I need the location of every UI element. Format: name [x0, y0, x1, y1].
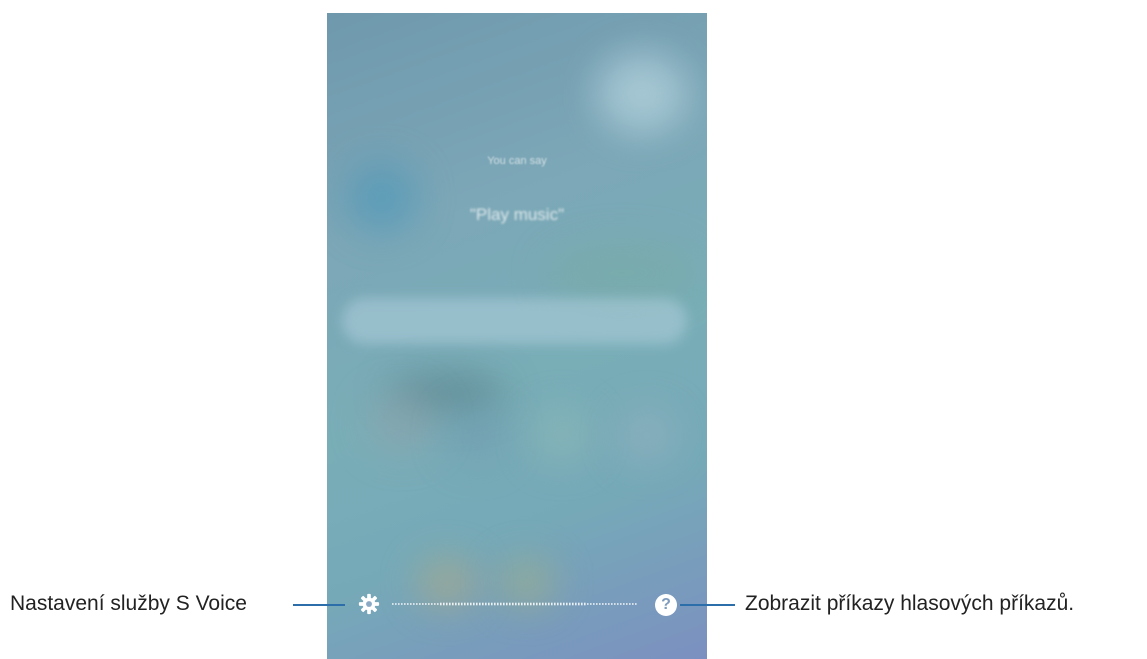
- waveform-dot: [422, 603, 424, 605]
- waveform-dot: [461, 602, 463, 606]
- background-blur: [532, 408, 592, 463]
- gear-icon[interactable]: [358, 593, 380, 615]
- waveform-dot: [587, 603, 589, 605]
- blurred-search-bar: [342, 298, 687, 344]
- waveform-dot: [617, 603, 619, 605]
- waveform-dot: [413, 603, 415, 605]
- waveform-dot: [509, 602, 511, 606]
- hint-example: "Play music": [469, 205, 565, 224]
- waveform-dot: [527, 602, 529, 606]
- waveform-dot: [470, 602, 472, 606]
- waveform-dot: [434, 603, 436, 605]
- waveform-dot: [566, 602, 568, 606]
- background-blur: [617, 408, 677, 463]
- settings-callout-label: Nastavení služby S Voice: [10, 592, 247, 615]
- waveform-dot: [500, 602, 502, 606]
- waveform-dot: [608, 603, 610, 605]
- hint-caption: You can say: [487, 155, 547, 167]
- waveform-dot: [563, 602, 565, 606]
- waveform-dot: [425, 603, 427, 605]
- waveform-dot: [494, 602, 496, 606]
- waveform-dot: [578, 602, 580, 606]
- waveform-dot: [560, 602, 562, 606]
- waveform-dot: [443, 602, 445, 606]
- waveform-dot: [536, 602, 538, 606]
- waveform-dot: [488, 602, 490, 606]
- waveform-dot: [596, 603, 598, 605]
- callout-line-settings: [293, 604, 345, 606]
- waveform-dot: [575, 602, 577, 606]
- waveform-dot: [623, 603, 625, 605]
- waveform-dot: [485, 602, 487, 606]
- waveform-dot: [419, 603, 421, 605]
- waveform-dot: [437, 603, 439, 605]
- waveform-dot: [599, 603, 601, 605]
- waveform-dot: [482, 602, 484, 606]
- waveform-dot: [455, 602, 457, 606]
- waveform-dot: [539, 602, 541, 606]
- waveform-dot: [530, 602, 532, 606]
- waveform-dot: [551, 602, 553, 606]
- waveform-dot: [581, 602, 583, 606]
- waveform-dot: [611, 603, 613, 605]
- waveform-dot: [404, 603, 406, 605]
- waveform-dot: [533, 602, 535, 606]
- waveform-dot: [590, 603, 592, 605]
- waveform-dot: [395, 603, 397, 605]
- waveform-dot: [542, 602, 544, 606]
- waveform-dot: [557, 602, 559, 606]
- waveform-dot: [524, 602, 526, 606]
- waveform-dot: [428, 603, 430, 605]
- waveform-dot: [503, 602, 505, 606]
- waveform-dot: [497, 602, 499, 606]
- waveform-dot: [635, 603, 637, 605]
- waveform-dot: [398, 603, 400, 605]
- waveform-dot: [572, 602, 574, 606]
- waveform-dot: [491, 602, 493, 606]
- waveform-dot: [479, 602, 481, 606]
- background-blur: [447, 408, 507, 463]
- waveform-dot: [416, 603, 418, 605]
- waveform-dot: [410, 603, 412, 605]
- waveform-dot: [602, 603, 604, 605]
- waveform-dot: [431, 603, 433, 605]
- waveform-dot: [464, 602, 466, 606]
- waveform-dot: [515, 602, 517, 606]
- waveform-dot: [446, 602, 448, 606]
- waveform-dot: [569, 602, 571, 606]
- waveform-dot: [554, 602, 556, 606]
- waveform-dot: [407, 603, 409, 605]
- waveform-dot: [584, 602, 586, 606]
- waveform-dot: [392, 603, 394, 605]
- waveform-dot: [512, 602, 514, 606]
- waveform-dot: [449, 602, 451, 606]
- help-callout-label: Zobrazit příkazy hlasových příkazů.: [745, 592, 1075, 615]
- waveform-dot: [620, 603, 622, 605]
- waveform-dot: [521, 602, 523, 606]
- waveform-dot: [476, 602, 478, 606]
- waveform-dot: [473, 602, 475, 606]
- waveform-dot: [548, 602, 550, 606]
- waveform-dot: [632, 603, 634, 605]
- waveform-dot: [626, 603, 628, 605]
- waveform-dot: [440, 602, 442, 606]
- voice-screen: You can say "Play music": [327, 13, 707, 659]
- waveform-dot: [614, 603, 616, 605]
- background-blur: [547, 243, 697, 303]
- background-blur: [597, 53, 687, 133]
- waveform-dot: [506, 602, 508, 606]
- waveform-dot: [605, 603, 607, 605]
- question-mark-icon[interactable]: ?: [655, 594, 677, 616]
- background-blur: [367, 393, 437, 453]
- voice-waveform: [392, 602, 637, 606]
- waveform-dot: [629, 603, 631, 605]
- waveform-dot: [545, 602, 547, 606]
- waveform-dot: [518, 602, 520, 606]
- waveform-dot: [593, 603, 595, 605]
- waveform-dot: [452, 602, 454, 606]
- waveform-dot: [401, 603, 403, 605]
- waveform-dot: [458, 602, 460, 606]
- callout-line-help: [680, 604, 735, 606]
- waveform-dot: [467, 602, 469, 606]
